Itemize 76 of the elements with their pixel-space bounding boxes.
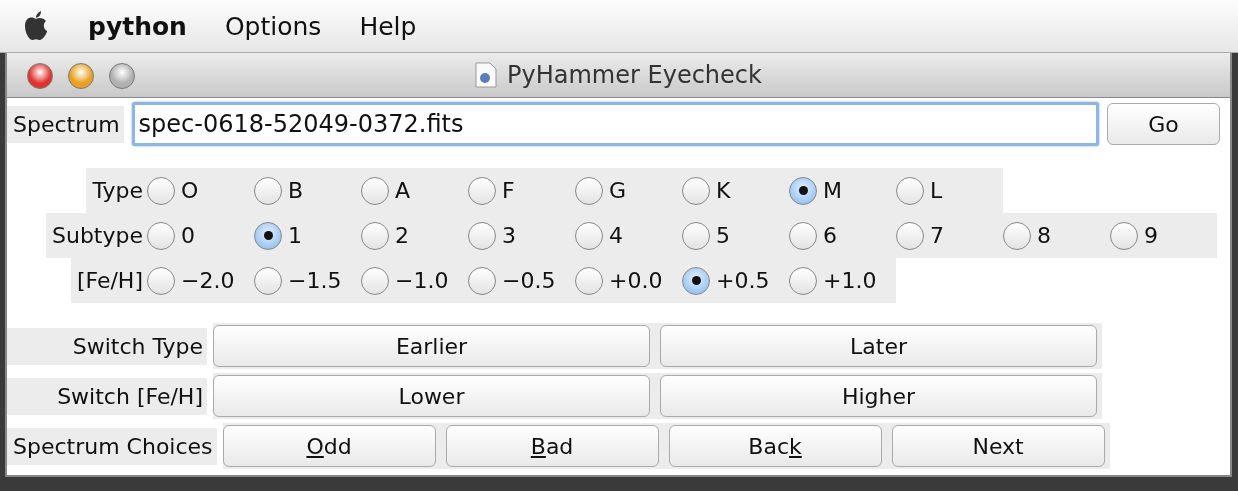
radio-label: B: [288, 178, 304, 203]
radio-button[interactable]: [361, 266, 389, 295]
radio-label: +0.5: [716, 268, 770, 293]
radio-button[interactable]: [1110, 221, 1138, 250]
action-button[interactable]: Back: [668, 425, 882, 467]
radio-label: 3: [502, 223, 516, 248]
radio-button[interactable]: [147, 176, 175, 205]
group-label: Subtype: [45, 213, 147, 258]
radio-button[interactable]: [789, 176, 817, 205]
radio-label: +0.0: [609, 268, 663, 293]
radio-button[interactable]: [682, 266, 710, 295]
radio-label: L: [930, 178, 943, 203]
group-label: Type: [86, 168, 147, 213]
radio-button[interactable]: [789, 221, 817, 250]
radio-button[interactable]: [682, 176, 710, 205]
radio-label: G: [609, 178, 627, 203]
radio-label: 2: [395, 223, 409, 248]
document-icon: [475, 62, 498, 88]
radio-button[interactable]: [575, 221, 603, 250]
row-label: Switch [Fe/H]: [7, 377, 207, 415]
radio-label: 6: [823, 223, 837, 248]
radio-button[interactable]: [896, 176, 924, 205]
radio-button[interactable]: [254, 266, 282, 295]
action-button[interactable]: Lower: [213, 375, 650, 417]
radio-button[interactable]: [254, 176, 282, 205]
radio-button[interactable]: [468, 221, 496, 250]
radio-label: 9: [1144, 223, 1158, 248]
go-button[interactable]: Go: [1107, 103, 1220, 145]
radio-label: −0.5: [502, 268, 556, 293]
action-button[interactable]: Odd: [222, 425, 436, 467]
spectrum-field[interactable]: spec-0618-52049-0372.fits: [131, 102, 1099, 146]
radio-button[interactable]: [147, 266, 175, 295]
radio-button[interactable]: [361, 176, 389, 205]
radio-label: 8: [1037, 223, 1051, 248]
radio-button[interactable]: [468, 266, 496, 295]
radio-button[interactable]: [468, 176, 496, 205]
row-label: Switch Type: [7, 327, 207, 365]
radio-button[interactable]: [575, 266, 603, 295]
radio-label: 0: [181, 223, 195, 248]
zoom-button[interactable]: [109, 63, 135, 89]
radio-label: −2.0: [181, 268, 235, 293]
action-button[interactable]: Higher: [660, 375, 1097, 417]
close-button[interactable]: [27, 63, 53, 89]
radio-label: −1.0: [395, 268, 449, 293]
radio-button[interactable]: [254, 221, 282, 250]
radio-label: 4: [609, 223, 623, 248]
radio-button[interactable]: [682, 221, 710, 250]
radio-button[interactable]: [361, 221, 389, 250]
radio-label: 5: [716, 223, 730, 248]
radio-label: M: [823, 178, 842, 203]
action-button[interactable]: Next: [891, 425, 1105, 467]
apple-icon[interactable]: [22, 10, 50, 42]
radio-button[interactable]: [575, 176, 603, 205]
window-title: PyHammer Eyecheck: [507, 61, 762, 89]
radio-button[interactable]: [789, 266, 817, 295]
radio-label: −1.5: [288, 268, 342, 293]
action-button[interactable]: Later: [660, 325, 1097, 367]
row-label: Spectrum Choices: [7, 427, 217, 465]
group-label: [Fe/H]: [70, 258, 147, 303]
action-button[interactable]: Bad: [445, 425, 659, 467]
menu-item[interactable]: python: [88, 11, 187, 41]
radio-label: 7: [930, 223, 944, 248]
action-button[interactable]: Earlier: [213, 325, 650, 367]
radio-label: K: [716, 178, 731, 203]
menu-item[interactable]: Options: [224, 11, 322, 41]
radio-button[interactable]: [1003, 221, 1031, 250]
radio-label: F: [502, 178, 515, 203]
spectrum-label: Spectrum: [7, 105, 124, 143]
menu-item[interactable]: Help: [359, 11, 417, 41]
radio-button[interactable]: [896, 221, 924, 250]
radio-button[interactable]: [147, 221, 175, 250]
radio-label: O: [181, 178, 199, 203]
radio-label: A: [395, 178, 411, 203]
radio-label: +1.0: [823, 268, 877, 293]
minimize-button[interactable]: [68, 63, 94, 89]
radio-label: 1: [288, 223, 302, 248]
